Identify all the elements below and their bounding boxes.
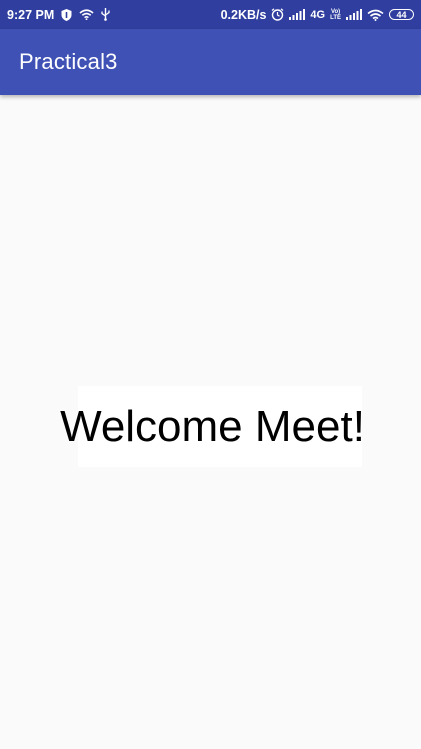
signal-icon <box>289 9 306 20</box>
app-title: Practical3 <box>19 49 118 74</box>
volte-bottom-label: LTE <box>330 14 341 21</box>
battery-level: 44 <box>396 9 407 20</box>
volte-indicator: Vo) LTE <box>330 9 341 21</box>
welcome-text: Welcome Meet! <box>60 401 365 451</box>
network-type: 4G <box>310 8 326 21</box>
shield-icon <box>61 8 72 21</box>
wifi-icon <box>367 9 384 21</box>
status-time: 9:27 PM <box>7 7 55 22</box>
status-bar: 9:27 PM 0.2KB/s 4G Vo) LTE 44 <box>0 0 421 29</box>
alarm-icon <box>271 8 284 21</box>
network-speed: 0.2KB/s <box>220 7 267 22</box>
app-bar: Practical3 <box>0 29 421 95</box>
usb-icon <box>101 8 110 21</box>
signal-icon <box>346 9 362 20</box>
battery-icon: 44 <box>389 9 414 20</box>
wifi-icon <box>79 9 94 20</box>
